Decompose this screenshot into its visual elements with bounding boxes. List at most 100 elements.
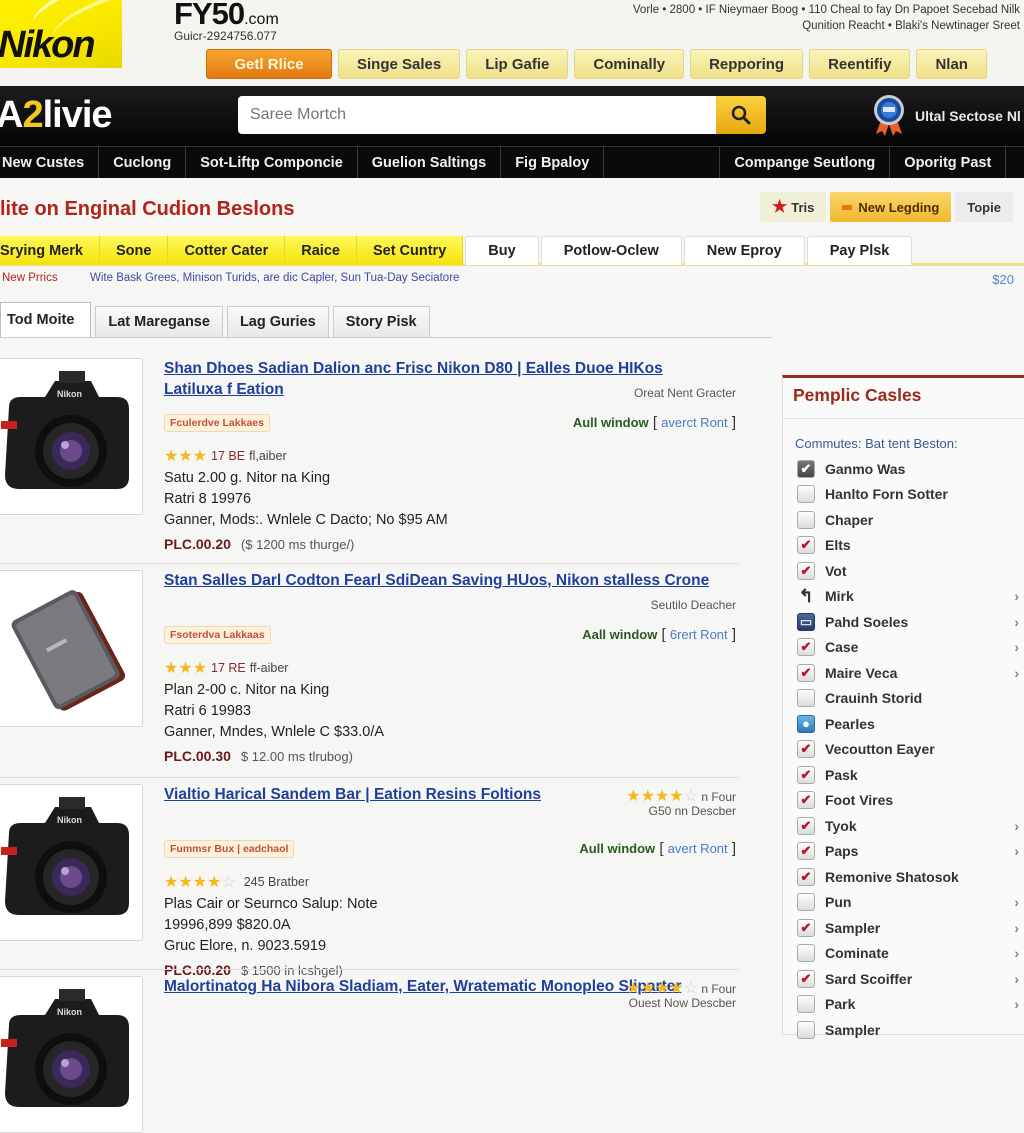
watch-window-link[interactable]: avert Ront bbox=[668, 841, 728, 856]
checkbox[interactable] bbox=[797, 689, 815, 708]
promo-label[interactable]: New Prrics bbox=[2, 272, 58, 284]
sidebar-filter-item[interactable]: ✔ Remonive Shatosok bbox=[797, 864, 1019, 890]
sidebar-filter-item[interactable]: ✔ Sard Scoiffer › bbox=[797, 966, 1019, 992]
nav-item[interactable]: New Custes bbox=[0, 147, 100, 178]
top-tab[interactable]: Reentifiy bbox=[809, 49, 911, 79]
top-tab[interactable]: Lip Gafie bbox=[466, 49, 569, 79]
checkbox-checked[interactable]: ✔ bbox=[797, 791, 815, 810]
sidebar-filter-item[interactable]: ✔ Elts bbox=[797, 533, 1019, 559]
nav-item[interactable]: Guelion Saltings bbox=[358, 147, 502, 178]
category-tab[interactable]: Raice bbox=[285, 236, 357, 265]
rating-suffix[interactable]: 245 Bratber bbox=[244, 875, 309, 889]
chevron-right-icon[interactable]: › bbox=[1014, 945, 1019, 961]
top-tab[interactable]: Nlan bbox=[916, 49, 987, 79]
sidebar-filter-item[interactable]: Park › bbox=[797, 992, 1019, 1018]
chevron-right-icon[interactable]: › bbox=[1014, 614, 1019, 630]
sidebar-filter-item[interactable]: ✔ Vecoutton Eayer bbox=[797, 737, 1019, 763]
chevron-right-icon[interactable]: › bbox=[1014, 894, 1019, 910]
top-tab[interactable]: Repporing bbox=[690, 49, 804, 79]
nav-item[interactable]: Cuclong bbox=[99, 147, 187, 178]
checkbox-checked[interactable]: ✔ bbox=[797, 663, 815, 682]
checkbox-checked[interactable]: ✔ bbox=[797, 638, 815, 657]
checkbox-checked[interactable]: ✔ bbox=[797, 867, 815, 886]
sidebar-filter-item[interactable]: Pun › bbox=[797, 890, 1019, 916]
chevron-right-icon[interactable]: › bbox=[1014, 639, 1019, 655]
product-thumbnail[interactable]: Nikon bbox=[0, 358, 143, 515]
checkbox[interactable] bbox=[797, 510, 815, 529]
search-button[interactable] bbox=[716, 96, 766, 134]
sub-tab[interactable]: Tod Moite bbox=[0, 302, 92, 337]
checkbox-checked[interactable]: ✔ bbox=[797, 740, 815, 759]
sidebar-filter-item[interactable]: ✔ Paps › bbox=[797, 839, 1019, 865]
checkbox-checked[interactable]: ✔ bbox=[797, 842, 815, 861]
nikon-logo[interactable]: Nikon bbox=[0, 0, 122, 68]
watch-window-link[interactable]: averct Ront bbox=[661, 415, 727, 430]
checkbox-checked[interactable]: ✔ bbox=[797, 765, 815, 784]
sidebar-filter-item[interactable]: ✔ Tyok › bbox=[797, 813, 1019, 839]
sidebar-filter-item[interactable]: ✔ Case › bbox=[797, 635, 1019, 661]
checkbox[interactable] bbox=[797, 944, 815, 963]
chevron-right-icon[interactable]: › bbox=[1014, 920, 1019, 936]
checkbox[interactable]: ↰ bbox=[797, 586, 815, 606]
category-tab[interactable]: Buy bbox=[465, 236, 539, 265]
checkbox[interactable]: ▭ bbox=[797, 612, 815, 631]
checkbox-checked[interactable]: ✔ bbox=[797, 536, 815, 555]
checkbox[interactable] bbox=[797, 893, 815, 912]
listing-title-link[interactable]: Stan Salles Darl Codton Fearl SdiDean Sa… bbox=[164, 570, 724, 591]
sidebar-filter-item[interactable]: ↰ Mirk › bbox=[797, 584, 1019, 610]
sidebar-filter-item[interactable]: ✔ Sampler › bbox=[797, 915, 1019, 941]
quick-button-new-legding[interactable]: New Legding bbox=[830, 192, 952, 222]
sidebar-filter-item[interactable]: Sampler bbox=[797, 1017, 1019, 1043]
brand-logo[interactable]: A2livie bbox=[0, 94, 113, 137]
sidebar-filter-item[interactable]: ✔ Foot Vires bbox=[797, 788, 1019, 814]
promo-text[interactable]: Wite Bask Grees, Minison Turids, are dic… bbox=[90, 272, 459, 284]
category-tab[interactable]: New Eproy bbox=[683, 236, 805, 265]
sidebar-filter-item[interactable]: ▭ Pahd Soeles › bbox=[797, 609, 1019, 635]
top-tab[interactable]: Cominally bbox=[574, 49, 685, 79]
quick-button-topie[interactable]: Topie bbox=[955, 192, 1013, 222]
category-tab[interactable]: Srying Merk bbox=[0, 236, 100, 265]
sidebar-filter-item[interactable]: Hanlto Forn Sotter bbox=[797, 482, 1019, 508]
chevron-right-icon[interactable]: › bbox=[1014, 588, 1019, 604]
chevron-right-icon[interactable]: › bbox=[1014, 971, 1019, 987]
chevron-right-icon[interactable]: › bbox=[1014, 665, 1019, 681]
checkbox[interactable] bbox=[797, 995, 815, 1014]
checkbox-checked[interactable]: ✔ bbox=[797, 561, 815, 580]
sidebar-filter-item[interactable]: ✔ Maire Veca › bbox=[797, 660, 1019, 686]
chevron-right-icon[interactable]: › bbox=[1014, 843, 1019, 859]
category-tab[interactable]: Pay Plsk bbox=[806, 236, 913, 265]
category-tab[interactable]: Cotter Cater bbox=[168, 236, 286, 265]
rating-suffix[interactable]: fl,aiber bbox=[249, 449, 287, 463]
product-thumbnail[interactable]: Nikon bbox=[0, 976, 143, 1133]
top-tab[interactable]: Singe Sales bbox=[338, 49, 461, 79]
sidebar-filter-item[interactable]: Crauinh Storid bbox=[797, 686, 1019, 712]
sidebar-filter-item[interactable]: ✔ Ganmo Was bbox=[797, 456, 1019, 482]
quick-button-tris[interactable]: ★ Tris bbox=[760, 192, 827, 222]
rating-suffix[interactable]: ff-aiber bbox=[250, 661, 289, 675]
watch-window-link[interactable]: 6rert Ront bbox=[670, 627, 728, 642]
product-thumbnail[interactable]: Nikon bbox=[0, 784, 143, 941]
nav-item[interactable]: Fig Bpaloy bbox=[501, 147, 605, 178]
nav-item[interactable]: Sot-Liftp Componcie bbox=[186, 147, 358, 178]
sidebar-filter-item[interactable]: ✔ Pask bbox=[797, 762, 1019, 788]
checkbox-checked[interactable]: ✔ bbox=[797, 816, 815, 835]
category-tab[interactable]: Sone bbox=[100, 236, 169, 265]
chevron-right-icon[interactable]: › bbox=[1014, 818, 1019, 834]
search-input[interactable] bbox=[238, 96, 716, 134]
sub-tab[interactable]: Story Pisk bbox=[332, 306, 430, 337]
chevron-right-icon[interactable]: › bbox=[1014, 996, 1019, 1012]
sidebar-filter-item[interactable]: Chaper bbox=[797, 507, 1019, 533]
sidebar-filter-item[interactable]: ● Pearles bbox=[797, 711, 1019, 737]
sidebar-filter-item[interactable]: Cominate › bbox=[797, 941, 1019, 967]
nav-item[interactable]: Oporitg Past bbox=[890, 147, 1007, 178]
sub-tab[interactable]: Lag Guries bbox=[226, 306, 329, 337]
top-tab[interactable]: Getl Rlice bbox=[206, 49, 332, 79]
checkbox-checked[interactable]: ✔ bbox=[797, 459, 815, 478]
category-tab[interactable]: Set Cuntry bbox=[356, 236, 464, 265]
checkbox[interactable] bbox=[797, 485, 815, 504]
checkbox[interactable] bbox=[797, 1020, 815, 1039]
sub-tab[interactable]: Lat Mareganse bbox=[95, 306, 223, 337]
checkbox[interactable]: ● bbox=[797, 714, 815, 733]
sidebar-filter-item[interactable]: ✔ Vot bbox=[797, 558, 1019, 584]
checkbox-checked[interactable]: ✔ bbox=[797, 969, 815, 988]
